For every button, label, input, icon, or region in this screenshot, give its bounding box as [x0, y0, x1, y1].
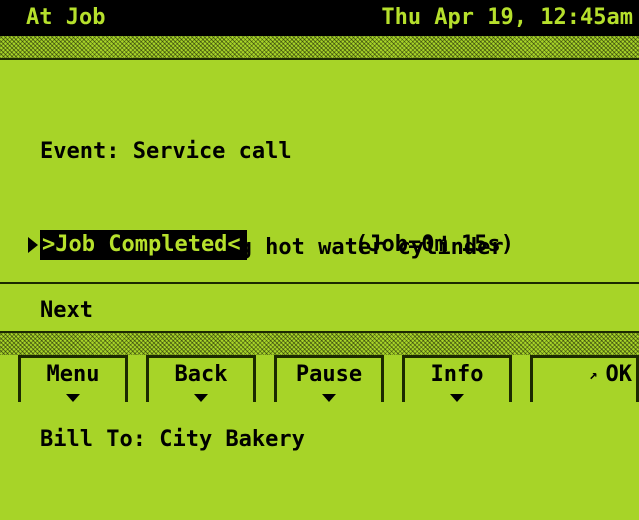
ok-softkey[interactable]: ↗ OK — [530, 355, 639, 402]
pause-softkey[interactable]: Pause — [274, 355, 384, 402]
job-panel: Event: Service call Problem: Leaking hot… — [0, 58, 639, 452]
down-arrow-icon — [450, 394, 464, 402]
date-time: Thu Apr 19, 12:45am — [381, 5, 633, 30]
event-line: Event: Service call — [40, 139, 292, 164]
job-completed-label: >Job Completed< — [40, 230, 247, 260]
job-details: Event: Service call Problem: Leaking hot… — [40, 72, 504, 520]
divider — [0, 282, 639, 284]
back-softkey-label: Back — [174, 362, 228, 387]
down-arrow-icon — [194, 394, 208, 402]
info-softkey-label: Info — [430, 362, 484, 387]
lcd-screen: At Job Thu Apr 19, 12:45am Event: Servic… — [0, 0, 639, 452]
down-arrow-icon — [322, 394, 336, 402]
phone-icon: ↗ — [589, 367, 598, 383]
hatched-separator-top — [0, 36, 639, 58]
hatched-separator-bottom — [0, 333, 639, 355]
menu-softkey-label: Menu — [46, 362, 100, 387]
menu-softkey[interactable]: Menu — [18, 355, 128, 402]
softkey-bar: Menu Back Pause Info ↗ OK — [0, 355, 639, 402]
screen-title: At Job — [26, 5, 106, 30]
bill-to-line: Bill To: City Bakery — [40, 427, 305, 452]
selection-pointer-icon — [28, 237, 38, 253]
info-softkey[interactable]: Info — [402, 355, 512, 402]
ok-softkey-label: OK — [605, 362, 633, 387]
down-arrow-icon — [66, 394, 80, 402]
next-prompt: Next — [40, 298, 93, 323]
back-softkey[interactable]: Back — [146, 355, 256, 402]
job-timer: (Job=0m 15s) — [355, 232, 514, 257]
pause-softkey-label: Pause — [295, 362, 363, 387]
title-bar: At Job Thu Apr 19, 12:45am — [0, 0, 639, 36]
